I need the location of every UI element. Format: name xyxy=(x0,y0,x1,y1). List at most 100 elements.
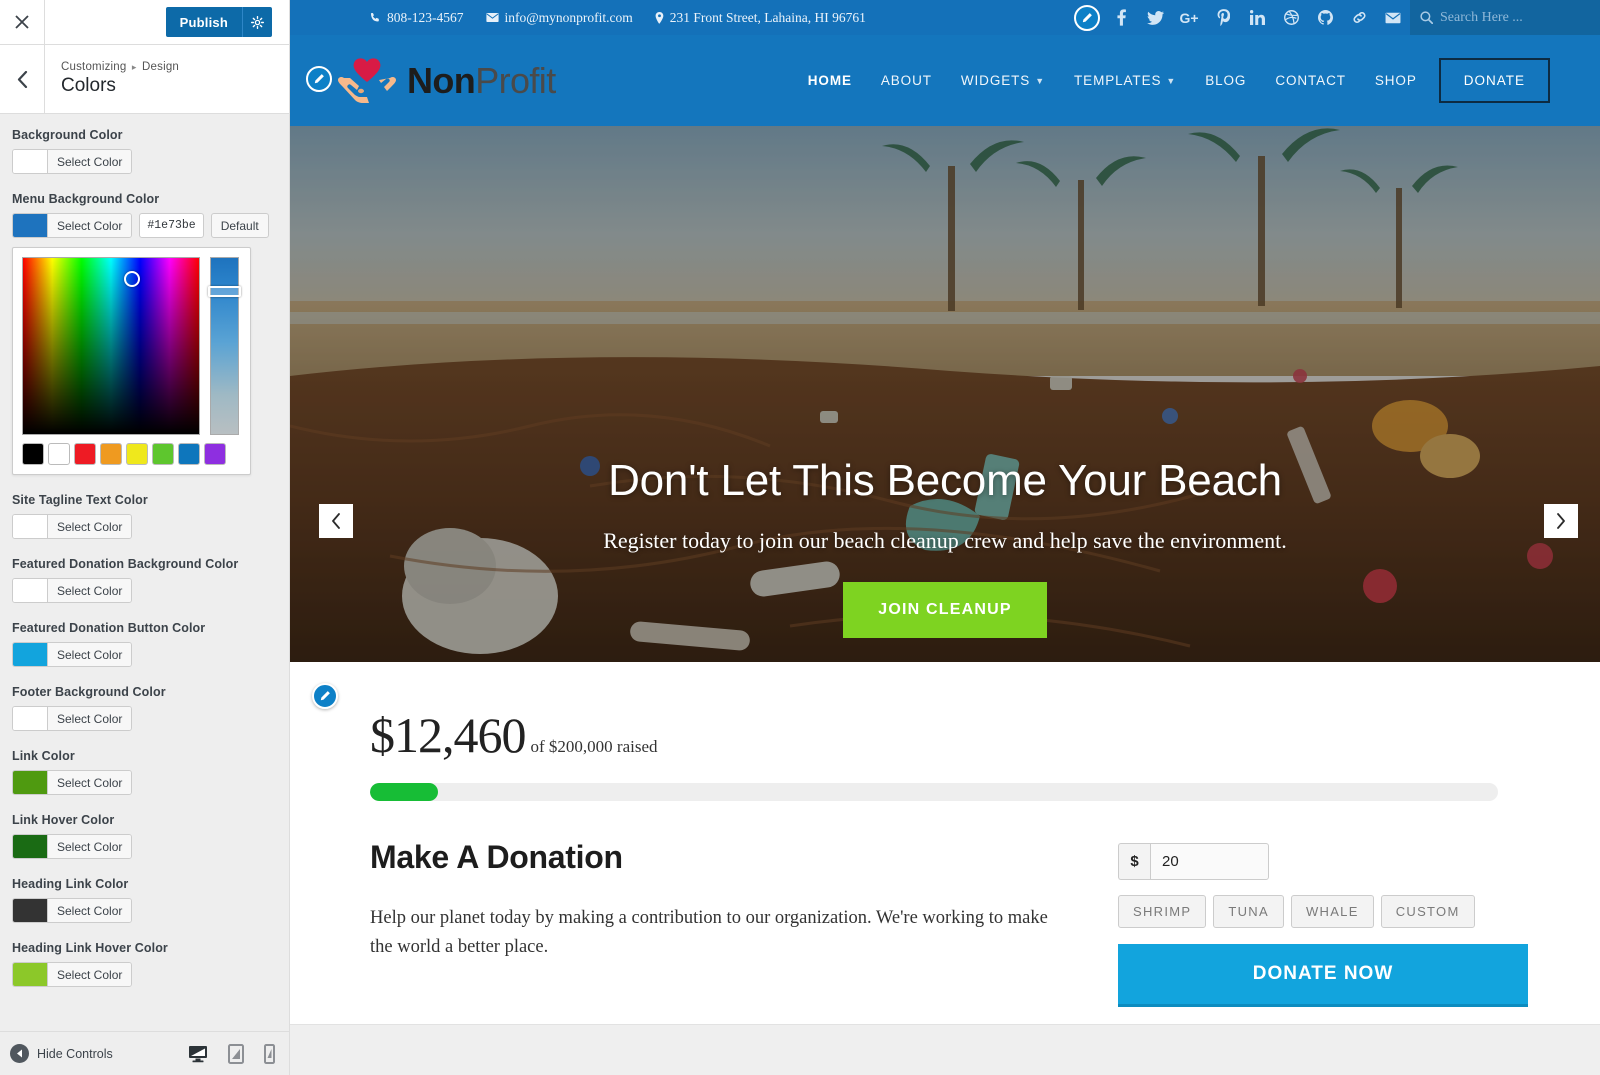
color-control-row: Select Color xyxy=(12,898,277,923)
email-contact[interactable]: info@mynonprofit.com xyxy=(485,10,633,26)
tier-button-whale[interactable]: WHALE xyxy=(1290,895,1374,928)
color-control-row: Select Color xyxy=(12,706,277,731)
donation-amount-input[interactable]: 20 xyxy=(1150,843,1269,880)
site-logo[interactable]: NonProfit xyxy=(336,52,556,110)
collapse-arrow-icon xyxy=(10,1044,29,1063)
select-color-button[interactable]: Select Color xyxy=(12,578,133,603)
facebook-glyph xyxy=(1116,9,1126,26)
close-icon-glyph xyxy=(15,15,29,29)
nav-item-widgets[interactable]: WIDGETS ▼ xyxy=(961,73,1045,88)
github-icon[interactable] xyxy=(1308,0,1342,35)
street-address: 231 Front Street, Lahaina, HI 96761 xyxy=(669,9,866,25)
select-color-button[interactable]: Select Color xyxy=(12,706,133,731)
palette-swatch-orange[interactable] xyxy=(100,443,122,465)
publish-group: Publish xyxy=(165,7,272,37)
color-swatch xyxy=(13,579,48,602)
nav-item-home[interactable]: HOME xyxy=(808,73,852,88)
select-color-button[interactable]: Select Color xyxy=(12,149,133,174)
color-picker-popup xyxy=(12,247,251,475)
palette-swatch-red[interactable] xyxy=(74,443,96,465)
mobile-preview-icon[interactable] xyxy=(264,1043,275,1064)
google-plus-icon[interactable]: G+ xyxy=(1172,0,1206,35)
value-gradient-layer xyxy=(23,258,199,434)
palette-swatch-white[interactable] xyxy=(48,443,70,465)
nav-item-contact[interactable]: CONTACT xyxy=(1275,73,1346,88)
select-color-button[interactable]: Select Color xyxy=(12,834,133,859)
select-color-button[interactable]: Select Color xyxy=(12,213,133,238)
control-background-color: Background Color Select Color xyxy=(12,128,277,174)
control-label: Footer Background Color xyxy=(12,685,166,699)
select-color-button[interactable]: Select Color xyxy=(12,642,133,667)
palette-swatch-yellow[interactable] xyxy=(126,443,148,465)
hex-color-input[interactable]: #1e73be xyxy=(139,213,204,238)
donate-now-button[interactable]: DONATE NOW xyxy=(1118,944,1528,1007)
tablet-preview-icon[interactable] xyxy=(228,1043,244,1064)
nav-item-about[interactable]: ABOUT xyxy=(881,73,932,88)
nav-item-blog[interactable]: BLOG xyxy=(1205,73,1246,88)
tier-button-shrimp[interactable]: SHRIMP xyxy=(1118,895,1207,928)
search-input[interactable]: Search Here ... xyxy=(1410,0,1600,35)
edit-shortcut-social[interactable] xyxy=(1070,0,1104,35)
publish-button[interactable]: Publish xyxy=(165,7,242,37)
pencil-icon-glyph xyxy=(320,691,330,701)
hero-cta-button[interactable]: JOIN CLEANUP xyxy=(843,582,1047,638)
mobile-icon-glyph xyxy=(264,1043,275,1064)
control-heading-link-hover-color: Heading Link Hover Color Select Color xyxy=(12,941,277,987)
nav-label: BLOG xyxy=(1205,73,1247,88)
saturation-value-area[interactable] xyxy=(22,257,200,435)
linkedin-icon[interactable] xyxy=(1240,0,1274,35)
desktop-preview-icon[interactable] xyxy=(188,1045,208,1063)
nav-item-templates[interactable]: TEMPLATES ▼ xyxy=(1074,73,1176,88)
default-color-button[interactable]: Default xyxy=(210,213,269,238)
hands-heart-logo-icon xyxy=(338,57,396,103)
currency-symbol: $ xyxy=(1118,843,1150,880)
hero-slider: Don't Let This Become Your Beach Registe… xyxy=(290,126,1600,662)
email-icon[interactable] xyxy=(1376,0,1410,35)
back-button[interactable] xyxy=(0,45,45,113)
breadcrumb-separator-icon: ▸ xyxy=(131,62,137,72)
breadcrumb-root[interactable]: Customizing xyxy=(61,61,126,73)
color-swatch xyxy=(13,707,48,730)
donate-nav-button[interactable]: DONATE xyxy=(1438,58,1550,103)
nav-item-shop[interactable]: SHOP xyxy=(1375,73,1417,88)
select-color-button[interactable]: Select Color xyxy=(12,962,133,987)
gear-icon[interactable] xyxy=(242,7,272,37)
address-contact[interactable]: 231 Front Street, Lahaina, HI 96761 xyxy=(655,10,866,26)
select-color-button[interactable]: Select Color xyxy=(12,770,133,795)
breadcrumb-section[interactable]: Design xyxy=(142,61,179,73)
tier-button-custom[interactable]: CUSTOM xyxy=(1380,895,1475,928)
color-swatch xyxy=(13,214,48,237)
hide-controls-label: Hide Controls xyxy=(37,1046,113,1061)
tier-button-tuna[interactable]: TUNA xyxy=(1213,895,1284,928)
link-icon[interactable] xyxy=(1342,0,1376,35)
envelope-icon xyxy=(485,13,499,22)
select-color-button[interactable]: Select Color xyxy=(12,514,133,539)
palette-swatch-green[interactable] xyxy=(152,443,174,465)
facebook-icon[interactable] xyxy=(1104,0,1138,35)
close-customizer-icon[interactable] xyxy=(0,0,45,44)
brightness-slider-handle[interactable] xyxy=(208,286,241,298)
contact-info-list: 808-123-4567 info@mynonprofit.com 231 Fr… xyxy=(370,10,866,26)
select-color-button[interactable]: Select Color xyxy=(12,898,133,923)
phone-contact[interactable]: 808-123-4567 xyxy=(370,10,464,26)
dribbble-icon[interactable] xyxy=(1274,0,1308,35)
color-control-row: Select Color xyxy=(12,149,277,174)
nav-label: SHOP xyxy=(1374,73,1417,88)
select-color-label: Select Color xyxy=(48,771,132,794)
palette-swatch-purple[interactable] xyxy=(204,443,226,465)
twitter-icon[interactable] xyxy=(1138,0,1172,35)
pinterest-icon[interactable] xyxy=(1206,0,1240,35)
edit-shortcut-header[interactable] xyxy=(306,66,332,92)
edit-shortcut-donation[interactable] xyxy=(312,683,338,709)
color-control-row: Select Color xyxy=(12,834,277,859)
site-header-nav: NonProfit HOME ABOUT WIDGETS ▼ TEMPLATES… xyxy=(290,35,1600,126)
control-label: Heading Link Color xyxy=(12,877,129,891)
hide-controls-button[interactable]: Hide Controls xyxy=(10,1044,113,1063)
control-heading-link-color: Heading Link Color Select Color xyxy=(12,877,277,923)
palette-swatch-black[interactable] xyxy=(22,443,44,465)
palette-swatch-blue[interactable] xyxy=(178,443,200,465)
picker-cursor-handle[interactable] xyxy=(124,271,141,288)
brightness-slider[interactable] xyxy=(208,257,241,435)
control-label: Background Color xyxy=(12,128,123,142)
donation-progress-bar xyxy=(370,783,1498,801)
